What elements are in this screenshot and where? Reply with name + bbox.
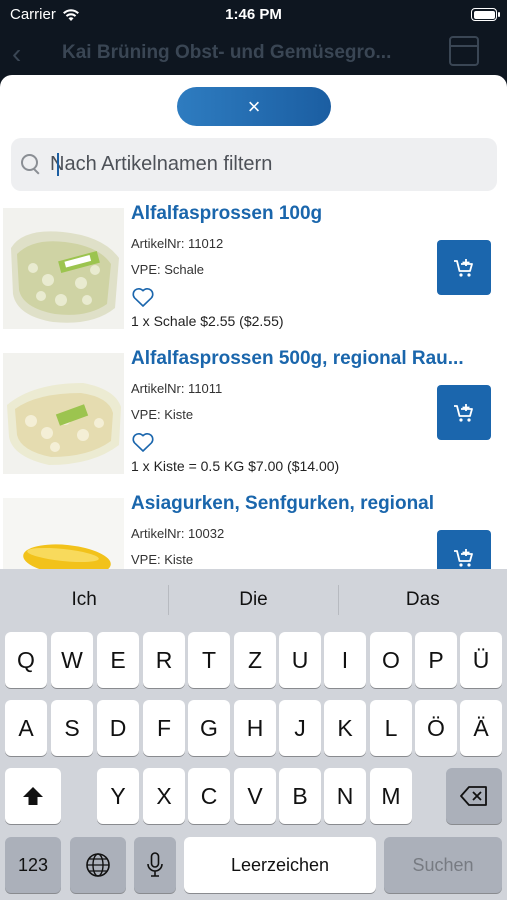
product-image[interactable] [3,208,124,329]
predictive-text-bar: Ich Die Das [0,569,507,630]
add-to-cart-icon [454,548,473,567]
product-name[interactable]: Asiagurken, Senfgurken, regional [131,493,491,515]
key[interactable]: W [51,632,93,688]
heart-icon[interactable] [131,286,155,308]
key[interactable]: U [279,632,321,688]
space-key[interactable]: Leerzeichen [184,837,376,893]
key[interactable]: Ü [460,632,502,688]
key[interactable]: V [234,768,276,824]
suggestion-2[interactable]: Die [168,584,337,615]
nav-title: Kai Brüning Obst- und Gemüsegro... [62,42,392,63]
suggestion-3[interactable]: Das [337,584,507,615]
product-item: Alfalfasprossen 100g ArtikelNr: 11012 VP… [0,200,507,345]
shift-key[interactable] [5,768,61,824]
add-to-cart-button[interactable] [437,240,491,295]
calendar-icon[interactable] [449,36,479,66]
key[interactable]: O [370,632,412,688]
text-cursor [57,153,59,176]
article-number: ArtikelNr: 11011 [131,381,223,396]
key[interactable]: K [324,700,366,756]
key[interactable]: P [415,632,457,688]
key[interactable]: Z [234,632,276,688]
key[interactable]: N [324,768,366,824]
status-bar: Carrier 1:46 PM [0,0,507,30]
key[interactable]: D [97,700,139,756]
product-image[interactable] [3,353,124,474]
globe-key[interactable] [70,837,126,893]
add-to-cart-icon [454,403,473,422]
key[interactable]: I [324,632,366,688]
microphone-icon [147,852,163,877]
close-sheet-button[interactable]: × [177,87,331,126]
key-row-4: 123 Leerzeichen Suchen [0,837,507,893]
search-key[interactable]: Suchen [384,837,502,893]
product-price: 1 x Schale $2.55 ($2.55) [131,313,284,329]
key[interactable]: Y [97,768,139,824]
key[interactable]: Ä [460,700,502,756]
backspace-icon [460,786,487,806]
product-price: 1 x Kiste = 0.5 KG $7.00 ($14.00) [131,458,340,474]
onscreen-keyboard: Ich Die Das Q W E R T Z U I O P Ü A S D … [0,569,507,900]
battery-icon [471,8,500,21]
globe-icon [86,853,110,877]
key[interactable]: X [143,768,185,824]
article-number: ArtikelNr: 11012 [131,236,224,251]
article-number: ArtikelNr: 10032 [131,526,225,541]
product-name[interactable]: Alfalfasprossen 500g, regional Rau... [131,348,491,370]
key[interactable]: A [5,700,47,756]
key[interactable]: B [279,768,321,824]
key[interactable]: R [143,632,185,688]
back-chevron-icon[interactable]: ‹ [12,38,21,70]
search-input[interactable] [44,138,497,191]
dictation-key[interactable] [134,837,176,893]
key-row-3: Y X C V B N M [0,768,507,824]
key-row-1: Q W E R T Z U I O P Ü [0,632,507,688]
key[interactable]: C [188,768,230,824]
key[interactable]: Q [5,632,47,688]
product-item: Alfalfasprossen 500g, regional Rau... Ar… [0,345,507,490]
key[interactable]: M [370,768,412,824]
product-name[interactable]: Alfalfasprossen 100g [131,203,491,225]
packaging-unit: VPE: Schale [131,262,204,277]
add-to-cart-icon [454,258,473,277]
backspace-key[interactable] [446,768,502,824]
heart-icon[interactable] [131,431,155,453]
close-icon: × [247,93,261,119]
packaging-unit: VPE: Kiste [131,407,194,422]
key[interactable]: H [234,700,276,756]
navigation-bar: ‹ Kai Brüning Obst- und Gemüsegro... [0,30,507,75]
suggestion-1[interactable]: Ich [0,585,168,615]
shift-icon [23,787,43,805]
key[interactable]: J [279,700,321,756]
key[interactable]: T [188,632,230,688]
search-icon [20,153,44,177]
key[interactable]: F [143,700,185,756]
key[interactable]: S [51,700,93,756]
key[interactable]: L [370,700,412,756]
search-field[interactable] [11,138,497,191]
key[interactable]: G [188,700,230,756]
packaging-unit: VPE: Kiste [131,552,194,567]
key[interactable]: E [97,632,139,688]
add-to-cart-button[interactable] [437,385,491,440]
clock: 1:46 PM [225,6,282,23]
numbers-key[interactable]: 123 [5,837,61,893]
key[interactable]: Ö [415,700,457,756]
key-row-2: A S D F G H J K L Ö Ä [0,700,507,756]
